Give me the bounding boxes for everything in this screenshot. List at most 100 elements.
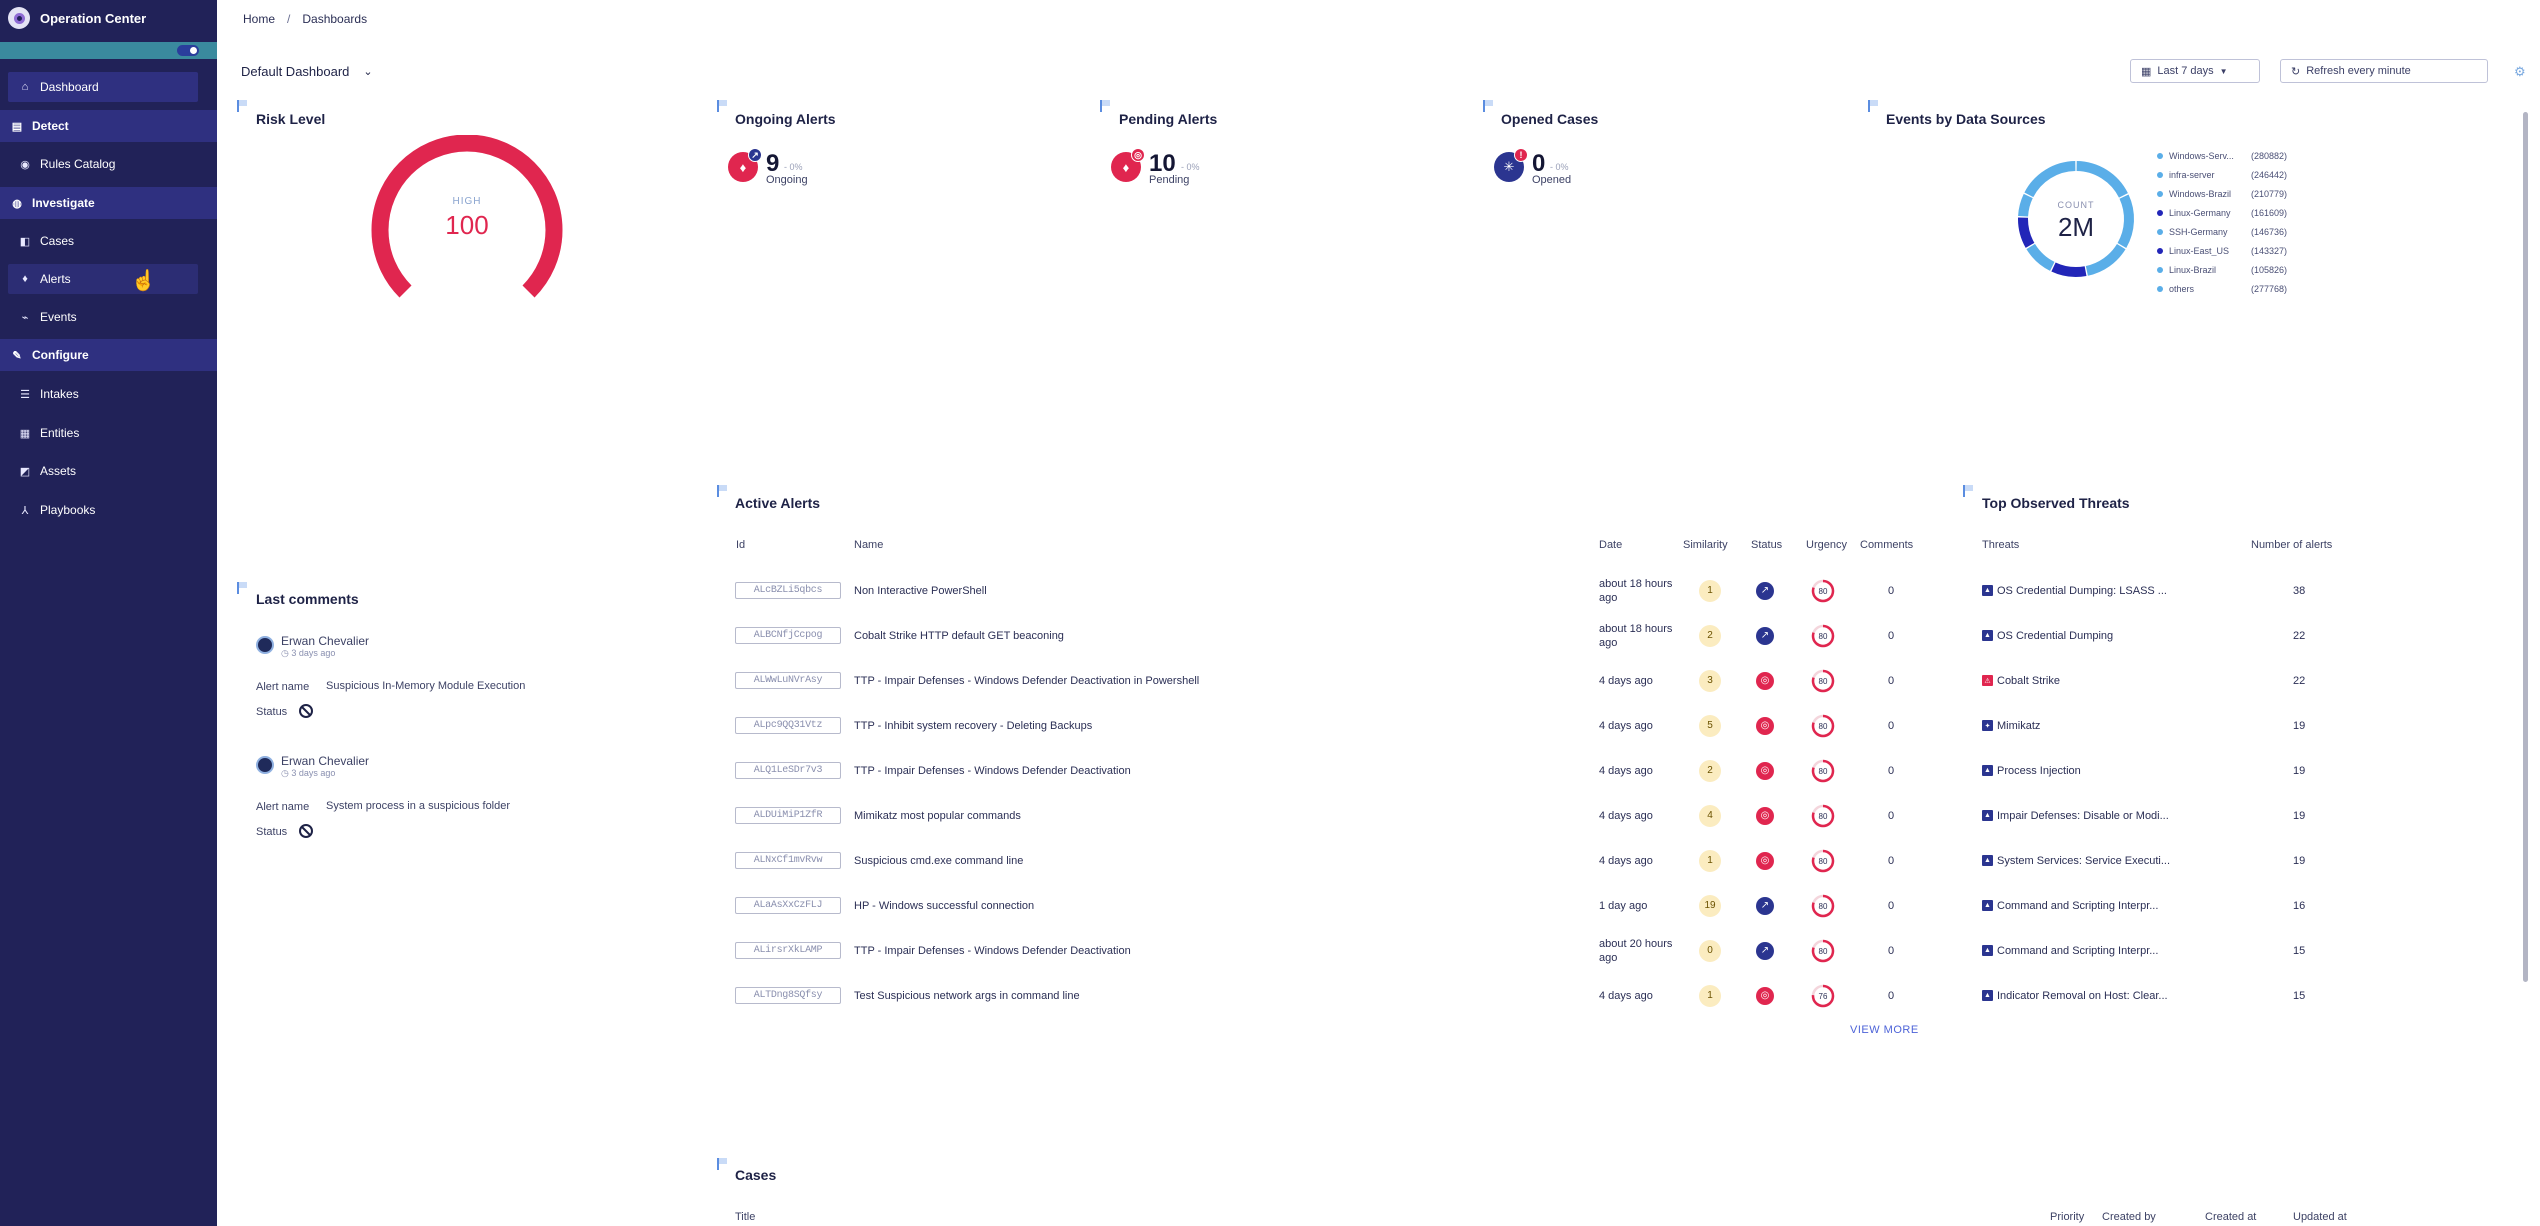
table-row[interactable]: ▲ Indicator Removal on Host: Clear... 15 [1982,973,2362,1018]
table-row[interactable]: ▲ Impair Defenses: Disable or Modi... 19 [1982,793,2362,838]
column-header-priority[interactable]: Priority [2050,1211,2084,1223]
threat-name[interactable]: System Services: Service Executi... [1997,855,2207,867]
similarity-badge[interactable]: 2 [1699,624,1721,647]
comment-item[interactable]: Erwan Chevalier ◷ 3 days ago Alert name … [256,754,696,856]
alert-name[interactable]: Suspicious cmd.exe command line [854,838,1023,883]
pending-alerts-counter[interactable]: ♦ ◎ 10 - 0% Pending [1111,148,1231,188]
widget-drag-handle-icon[interactable] [717,100,729,112]
table-row[interactable]: ALaAsXxCzFLJ HP - Windows successful conn… [730,883,1930,928]
alert-id[interactable]: ALNxCf1mvRvw [735,852,841,869]
column-header-name[interactable]: Name [854,539,883,551]
table-row[interactable]: ▲ System Services: Service Executi... 19 [1982,838,2362,883]
sidebar-section-detect[interactable]: ▤ Detect [0,110,217,142]
column-header-comments[interactable]: Comments [1860,539,1913,551]
similarity-badge[interactable]: 4 [1699,804,1721,827]
similarity-badge[interactable]: 1 [1699,579,1721,602]
alert-name[interactable]: Non Interactive PowerShell [854,568,987,613]
similarity-badge[interactable]: 1 [1699,849,1721,872]
legend-item[interactable]: infra-server (246442) [2157,165,2287,184]
table-row[interactable]: ALpc9QQ31Vtz TTP - Inhibit system recover… [730,703,1930,748]
legend-item[interactable]: Windows-Serv... (280882) [2157,146,2287,165]
alert-name[interactable]: HP - Windows successful connection [854,883,1034,928]
sidebar-item-cases[interactable]: ◧ Cases [8,226,198,256]
sidebar-item-intakes[interactable]: ☰ Intakes [8,379,198,409]
table-row[interactable]: ALTDng8SQfsy Test Suspicious network args… [730,973,1930,1018]
alert-name[interactable]: TTP - Inhibit system recovery - Deleting… [854,703,1092,748]
widget-drag-handle-icon[interactable] [1100,100,1112,112]
sidebar-section-configure[interactable]: ✎ Configure [0,339,217,371]
table-row[interactable]: ALWwLuNVrAsy TTP - Impair Defenses - Wind… [730,658,1930,703]
table-row[interactable]: ▲ OS Credential Dumping: LSASS ... 38 [1982,568,2362,613]
alert-name[interactable]: TTP - Impair Defenses - Windows Defender… [854,748,1131,793]
sidebar-item-alerts[interactable]: ♦ Alerts [8,264,198,294]
alert-id[interactable]: ALWwLuNVrAsy [735,672,841,689]
comment-item[interactable]: Erwan Chevalier ◷ 3 days ago Alert name … [256,634,696,736]
sidebar-section-investigate[interactable]: ◍ Investigate [0,187,217,219]
comment-alert-name[interactable]: System process in a suspicious folder [326,800,510,812]
sidebar-item-playbooks[interactable]: ⅄ Playbooks [8,495,198,525]
legend-item[interactable]: Linux-Germany (161609) [2157,203,2287,222]
widget-drag-handle-icon[interactable] [717,485,729,497]
alert-id[interactable]: ALcBZLi5qbcs [735,582,841,599]
alert-name[interactable]: Test Suspicious network args in command … [854,973,1080,1018]
refresh-selector[interactable]: ↻ Refresh every minute [2280,59,2488,83]
alert-id[interactable]: ALDUiMiP1ZfR [735,807,841,824]
threat-name[interactable]: Indicator Removal on Host: Clear... [1997,990,2207,1002]
table-row[interactable]: ALNxCf1mvRvw Suspicious cmd.exe command l… [730,838,1930,883]
table-row[interactable]: ▲ OS Credential Dumping 22 [1982,613,2362,658]
opened-cases-counter[interactable]: ✳ ! 0 - 0% Opened [1494,148,1614,188]
sidebar-item-dashboard[interactable]: ⌂ Dashboard [8,72,198,102]
table-row[interactable]: ALBCNfjCcpog Cobalt Strike HTTP default G… [730,613,1930,658]
threat-name[interactable]: Impair Defenses: Disable or Modi... [1997,810,2207,822]
alert-id[interactable]: ALpc9QQ31Vtz [735,717,841,734]
donut-slice[interactable] [2076,161,2128,198]
breadcrumb-home[interactable]: Home [243,12,275,26]
alert-name[interactable]: TTP - Impair Defenses - Windows Defender… [854,658,1199,703]
sidebar-item-assets[interactable]: ◩ Assets [8,456,198,486]
table-row[interactable]: ALcBZLi5qbcs Non Interactive PowerShell ab… [730,568,1930,613]
column-header-updated-at[interactable]: Updated at [2293,1211,2347,1223]
scrollbar-thumb[interactable] [2523,112,2528,982]
ongoing-alerts-counter[interactable]: ♦ ↗ 9 - 0% Ongoing [728,148,848,188]
widget-drag-handle-icon[interactable] [237,582,249,594]
threat-name[interactable]: Mimikatz [1997,720,2207,732]
legend-item[interactable]: Linux-Brazil (105826) [2157,260,2287,279]
threat-name[interactable]: OS Credential Dumping [1997,630,2207,642]
similarity-badge[interactable]: 2 [1699,759,1721,782]
similarity-badge[interactable]: 1 [1699,984,1721,1007]
brand[interactable]: Operation Center [0,0,217,36]
similarity-badge[interactable]: 5 [1699,714,1721,737]
sidebar-item-entities[interactable]: ▦ Entities [8,418,198,448]
table-row[interactable]: ⚠ Cobalt Strike 22 [1982,658,2362,703]
widget-drag-handle-icon[interactable] [1963,485,1975,497]
threat-name[interactable]: OS Credential Dumping: LSASS ... [1997,585,2207,597]
widget-drag-handle-icon[interactable] [1868,100,1880,112]
comment-alert-name[interactable]: Suspicious In-Memory Module Execution [326,680,525,692]
column-header-similarity[interactable]: Similarity [1683,539,1728,551]
widget-drag-handle-icon[interactable] [1483,100,1495,112]
column-header-created-at[interactable]: Created at [2205,1211,2256,1223]
similarity-badge[interactable]: 0 [1699,939,1721,962]
donut-slice[interactable] [2026,243,2055,271]
alert-name[interactable]: Cobalt Strike HTTP default GET beaconing [854,613,1064,658]
column-header-threats[interactable]: Threats [1982,539,2019,551]
alert-name[interactable]: TTP - Impair Defenses - Windows Defender… [854,928,1131,973]
view-more-link[interactable]: VIEW MORE [1850,1024,1919,1036]
legend-item[interactable]: Linux-East_US (143327) [2157,241,2287,260]
legend-item[interactable]: SSH-Germany (146736) [2157,222,2287,241]
threat-name[interactable]: Command and Scripting Interpr... [1997,945,2207,957]
sidebar-item-events[interactable]: ⌁ Events [8,302,198,332]
similarity-badge[interactable]: 3 [1699,669,1721,692]
widget-drag-handle-icon[interactable] [237,100,249,112]
threat-name[interactable]: Process Injection [1997,765,2207,777]
date-range-picker[interactable]: ▦ Last 7 days ▼ [2130,59,2260,83]
alert-id[interactable]: ALQ1LeSDr7v3 [735,762,841,779]
column-header-number-of-alerts[interactable]: Number of alerts [2251,539,2332,551]
table-row[interactable]: ▲ Process Injection 19 [1982,748,2362,793]
table-row[interactable]: ▲ Command and Scripting Interpr... 16 [1982,883,2362,928]
table-row[interactable]: ALQ1LeSDr7v3 TTP - Impair Defenses - Wind… [730,748,1930,793]
alert-id[interactable]: ALBCNfjCcpog [735,627,841,644]
table-row[interactable]: ✦ Mimikatz 19 [1982,703,2362,748]
table-row[interactable]: ▲ Command and Scripting Interpr... 15 [1982,928,2362,973]
widget-drag-handle-icon[interactable] [717,1158,729,1170]
